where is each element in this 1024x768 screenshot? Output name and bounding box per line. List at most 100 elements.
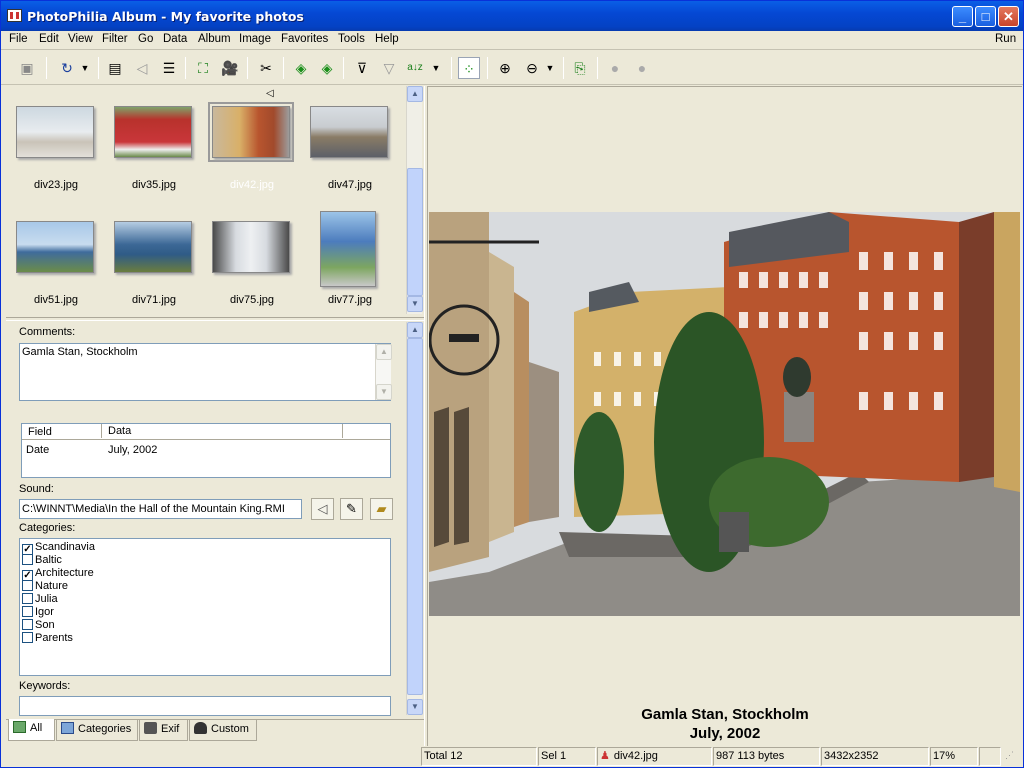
thumbnail-image xyxy=(320,211,376,287)
refresh-dropdown-icon[interactable]: ▼ xyxy=(78,57,92,79)
checkbox[interactable] xyxy=(22,619,33,630)
play-sound-button[interactable]: ◁ xyxy=(311,498,334,520)
menu-image[interactable]: Image xyxy=(239,33,271,45)
scroll-up-arrow-icon[interactable]: ▲ xyxy=(407,322,423,338)
thumbnail-caption: div51.jpg xyxy=(33,294,79,306)
menu-data[interactable]: Data xyxy=(163,33,187,45)
slideshow-icon[interactable]: 🎥 xyxy=(219,57,241,79)
menu-run[interactable]: Run xyxy=(995,33,1016,45)
tab-categories[interactable]: Categories xyxy=(56,720,138,741)
properties-scrollbar[interactable]: ▲ ▼ xyxy=(406,322,423,715)
checkbox[interactable] xyxy=(22,580,33,591)
resize-grip-icon[interactable]: ⋰ xyxy=(1005,750,1019,764)
tab-all[interactable]: All xyxy=(8,719,55,741)
thumbnail-item[interactable]: div47.jpg xyxy=(300,86,400,191)
scrollbar-thumb[interactable] xyxy=(407,168,423,296)
main-photo[interactable] xyxy=(429,212,1020,616)
filter-new-icon[interactable]: ⊽ xyxy=(351,57,373,79)
scroll-down-arrow-icon[interactable]: ▼ xyxy=(407,296,423,312)
menu-bar: File Edit View Filter Go Data Album Imag… xyxy=(1,31,1023,50)
fullscreen-icon[interactable]: ⛶ xyxy=(192,57,214,79)
category-item[interactable]: Igor xyxy=(22,606,54,619)
app-window: PhotoPhilia Album - My favorite photos _… xyxy=(0,0,1024,768)
thumbnail-item[interactable]: div23.jpg xyxy=(6,86,106,191)
grid-header-data: Data xyxy=(101,424,131,438)
thumbnail-item[interactable]: div77.jpg xyxy=(300,201,400,306)
zoom-out-icon[interactable]: ⊖ xyxy=(521,57,543,79)
thumbnail-item[interactable]: div35.jpg xyxy=(104,86,204,191)
record-sound-button[interactable]: ✎ xyxy=(340,498,363,520)
scroll-down-arrow-icon[interactable]: ▼ xyxy=(407,699,423,715)
menu-favorites[interactable]: Favorites xyxy=(281,33,328,45)
tab-custom[interactable]: Custom xyxy=(189,720,257,741)
comments-field[interactable]: Gamla Stan, Stockholm ▲ ▼ xyxy=(19,343,392,401)
photo-gamla-stan xyxy=(429,212,1020,616)
checkbox[interactable] xyxy=(22,632,33,643)
menu-go[interactable]: Go xyxy=(138,33,153,45)
menu-file[interactable]: File xyxy=(9,33,28,45)
scrollbar-thumb[interactable] xyxy=(407,338,423,695)
zoom-dropdown-icon[interactable]: ▼ xyxy=(543,57,557,79)
export-icon[interactable]: ⎘ xyxy=(569,57,591,79)
menu-album[interactable]: Album xyxy=(198,33,231,45)
tools-icon[interactable]: ✂ xyxy=(255,57,277,79)
sort-icon[interactable]: a↓z xyxy=(404,57,426,79)
thumbnail-item[interactable]: div75.jpg xyxy=(202,201,302,306)
details-icon[interactable]: ☰ xyxy=(158,57,180,79)
category-item[interactable]: Parents xyxy=(22,632,73,645)
thumbnail-caption: div71.jpg xyxy=(131,294,177,306)
category-item[interactable]: Nature xyxy=(22,580,68,593)
keywords-field[interactable] xyxy=(19,696,391,716)
tree-icon[interactable]: ⁘ xyxy=(458,57,480,79)
menu-edit[interactable]: Edit xyxy=(39,33,59,45)
next-icon[interactable]: ◈ xyxy=(316,57,338,79)
maximize-button[interactable]: □ xyxy=(975,6,996,27)
thumbnail-image xyxy=(212,106,290,158)
scroll-up-arrow-icon[interactable]: ▲ xyxy=(376,344,392,360)
thumbnail-item[interactable]: div71.jpg xyxy=(104,201,204,306)
menu-tools[interactable]: Tools xyxy=(338,33,365,45)
refresh-icon[interactable]: ↻ xyxy=(56,57,78,79)
category-item[interactable]: Julia xyxy=(22,593,58,606)
scroll-down-arrow-icon[interactable]: ▼ xyxy=(376,384,392,400)
browse-sound-button[interactable]: ▰ xyxy=(370,498,393,520)
menu-help[interactable]: Help xyxy=(375,33,399,45)
checkbox[interactable] xyxy=(22,606,33,617)
sort-dropdown-icon[interactable]: ▼ xyxy=(429,57,443,79)
title-bar[interactable]: PhotoPhilia Album - My favorite photos _… xyxy=(1,1,1023,31)
close-button[interactable]: ✕ xyxy=(998,6,1019,27)
sound-icon[interactable]: ◁ xyxy=(131,57,153,79)
category-item[interactable]: Baltic xyxy=(22,554,62,567)
sound-path-field[interactable]: C:\WINNT\Media\In the Hall of the Mounta… xyxy=(19,499,302,519)
scroll-up-arrow-icon[interactable]: ▲ xyxy=(407,86,423,102)
category-item[interactable]: ✓ Scandinavia xyxy=(22,541,95,555)
checkbox[interactable] xyxy=(22,593,33,604)
tab-exif[interactable]: Exif xyxy=(139,720,188,741)
thumbnail-caption: div42.jpg xyxy=(229,179,275,191)
previous-icon[interactable]: ◈ xyxy=(290,57,312,79)
menu-filter[interactable]: Filter xyxy=(102,33,128,45)
microphone-icon: ✎ xyxy=(346,501,357,516)
minimize-button[interactable]: _ xyxy=(952,6,973,27)
categories-list[interactable]: ✓ Scandinavia Baltic ✓ Architecture Nature… xyxy=(19,538,391,676)
checkbox[interactable] xyxy=(22,554,33,565)
comments-scrollbar[interactable]: ▲ ▼ xyxy=(375,344,392,400)
horizontal-splitter[interactable] xyxy=(6,317,424,321)
category-item[interactable]: Son xyxy=(22,619,55,632)
thumbnail-scrollbar[interactable]: ▲ ▼ xyxy=(406,86,423,314)
menu-view[interactable]: View xyxy=(68,33,93,45)
zoom-in-icon[interactable]: ⊕ xyxy=(494,57,516,79)
table-row[interactable]: Date July, 2002 xyxy=(22,442,390,458)
rotate-right-icon[interactable]: ● xyxy=(631,57,653,79)
data-grid[interactable]: Field Data Date July, 2002 xyxy=(21,423,391,478)
rotate-left-icon[interactable]: ● xyxy=(604,57,626,79)
thumbnail-item-selected[interactable]: ◁ div42.jpg xyxy=(202,86,302,191)
thumbnail-caption: div47.jpg xyxy=(327,179,373,191)
thumbnail-item[interactable]: div51.jpg xyxy=(6,201,106,306)
properties-icon[interactable]: ▤ xyxy=(104,57,126,79)
save-icon[interactable]: ▣ xyxy=(16,57,38,79)
filter-icon[interactable]: ▽ xyxy=(378,57,400,79)
image-viewer[interactable]: Gamla Stan, Stockholm July, 2002 xyxy=(428,86,1022,744)
category-item[interactable]: ✓ Architecture xyxy=(22,567,94,581)
status-empty xyxy=(979,747,1001,766)
